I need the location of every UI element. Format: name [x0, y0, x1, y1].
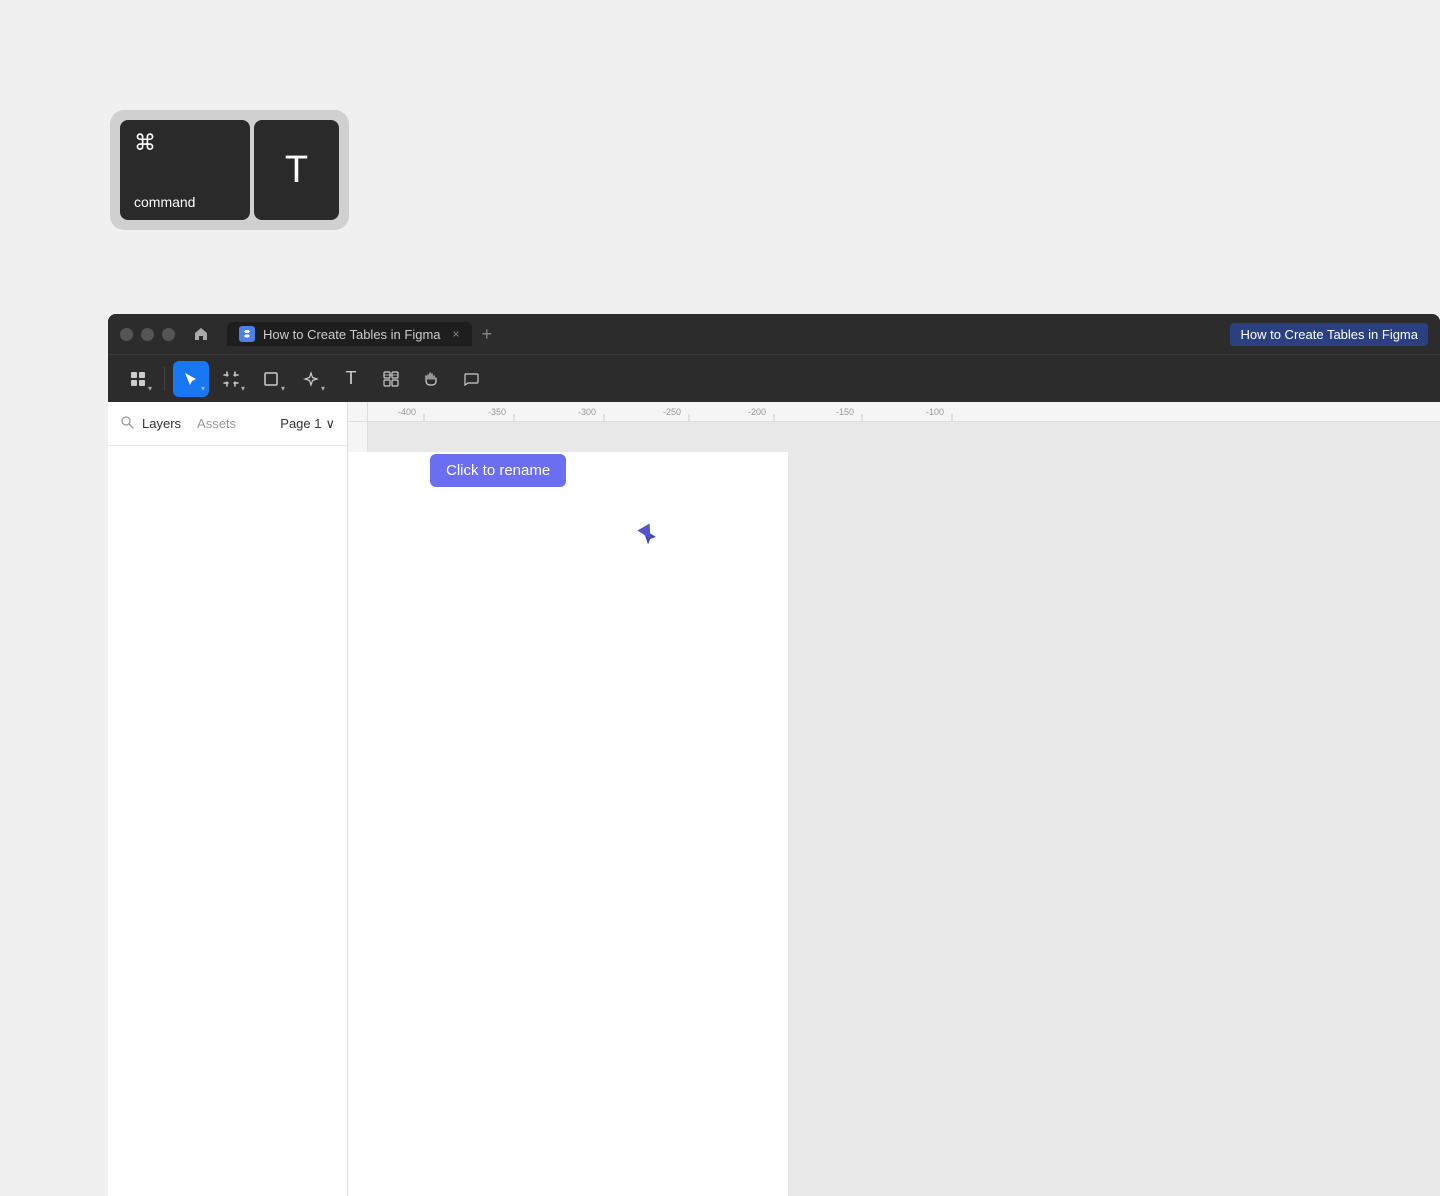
keyboard-shortcut-display: ⌘ command T: [110, 110, 349, 230]
t-key: T: [254, 120, 339, 220]
sidebar-content: [108, 446, 347, 1196]
canvas-area[interactable]: -400 -350 -300 -250 -200 -150 -100: [348, 402, 1440, 1196]
click-to-rename-tooltip: Click to rename: [430, 454, 566, 487]
page-name: Page 1: [280, 416, 321, 431]
svg-text:-350: -350: [488, 407, 506, 417]
tool-group-pen: ▾: [293, 361, 329, 397]
text-tool-button[interactable]: T: [333, 361, 369, 397]
left-sidebar: Layers Assets Page 1 ∨: [108, 402, 348, 1196]
toolbar-divider-1: [164, 367, 165, 391]
maximize-window-button[interactable]: [162, 328, 175, 341]
minimize-window-button[interactable]: [141, 328, 154, 341]
frame-dropdown-arrow: ▾: [241, 384, 245, 393]
tool-group-text: T: [333, 361, 369, 397]
svg-text:-150: -150: [836, 407, 854, 417]
page-selector[interactable]: Page 1 ∨: [280, 416, 335, 432]
horizontal-ruler: -400 -350 -300 -250 -200 -150 -100: [368, 402, 1440, 422]
toolbar: ▾ ▾ ▾ ▾: [108, 354, 1440, 402]
svg-text:-200: -200: [748, 407, 766, 417]
tool-group-select: ▾: [173, 361, 209, 397]
tool-group-comment: [453, 361, 489, 397]
close-window-button[interactable]: [120, 328, 133, 341]
frame-tool-button[interactable]: ▾: [213, 361, 249, 397]
pen-tool-button[interactable]: ▾: [293, 361, 329, 397]
command-icon: ⌘: [134, 130, 156, 156]
svg-text:-100: -100: [926, 407, 944, 417]
component-dropdown-arrow: ▾: [148, 384, 152, 393]
tab-bar: How to Create Tables in Figma × +: [227, 322, 498, 346]
tool-group-frame: ▾: [213, 361, 249, 397]
shape-dropdown-arrow: ▾: [281, 384, 285, 393]
sidebar-header: Layers Assets Page 1 ∨: [108, 402, 347, 446]
layout-tool-button[interactable]: [373, 361, 409, 397]
comment-tool-button[interactable]: [453, 361, 489, 397]
svg-text:-250: -250: [663, 407, 681, 417]
search-icon[interactable]: [120, 415, 134, 432]
t-label: T: [285, 149, 308, 192]
active-tab[interactable]: How to Create Tables in Figma ×: [227, 322, 472, 346]
tool-group-hand: [413, 361, 449, 397]
canvas-page: [348, 452, 788, 1196]
figma-window: How to Create Tables in Figma × + How to…: [108, 314, 1440, 1196]
svg-text:-300: -300: [578, 407, 596, 417]
main-area: Layers Assets Page 1 ∨ -400 -350: [108, 402, 1440, 1196]
component-tool-button[interactable]: ▾: [120, 361, 156, 397]
command-label: command: [134, 194, 195, 210]
home-button[interactable]: [187, 320, 215, 348]
sidebar-tabs: Layers Assets: [142, 416, 236, 431]
assets-tab[interactable]: Assets: [197, 416, 236, 431]
layers-tab[interactable]: Layers: [142, 416, 181, 431]
select-tool-button[interactable]: ▾: [173, 361, 209, 397]
tool-group-shape: ▾: [253, 361, 289, 397]
canvas-content[interactable]: Click to rename: [368, 422, 1440, 1196]
tab-close-button[interactable]: ×: [453, 327, 460, 341]
ruler-corner: [348, 402, 368, 422]
svg-text:-400: -400: [398, 407, 416, 417]
hand-tool-button[interactable]: [413, 361, 449, 397]
window-controls: [120, 328, 175, 341]
tool-group-component: ▾: [120, 361, 156, 397]
page-chevron-icon: ∨: [325, 416, 335, 432]
tab-label: How to Create Tables in Figma: [263, 327, 441, 342]
title-bar: How to Create Tables in Figma × + How to…: [108, 314, 1440, 354]
canvas-title[interactable]: How to Create Tables in Figma: [1230, 323, 1428, 346]
pen-dropdown-arrow: ▾: [321, 384, 325, 393]
select-dropdown-arrow: ▾: [201, 384, 205, 393]
shape-tool-button[interactable]: ▾: [253, 361, 289, 397]
tool-group-layout: [373, 361, 409, 397]
command-key: ⌘ command: [120, 120, 250, 220]
new-tab-button[interactable]: +: [476, 324, 499, 345]
tab-figma-icon: [239, 326, 255, 342]
